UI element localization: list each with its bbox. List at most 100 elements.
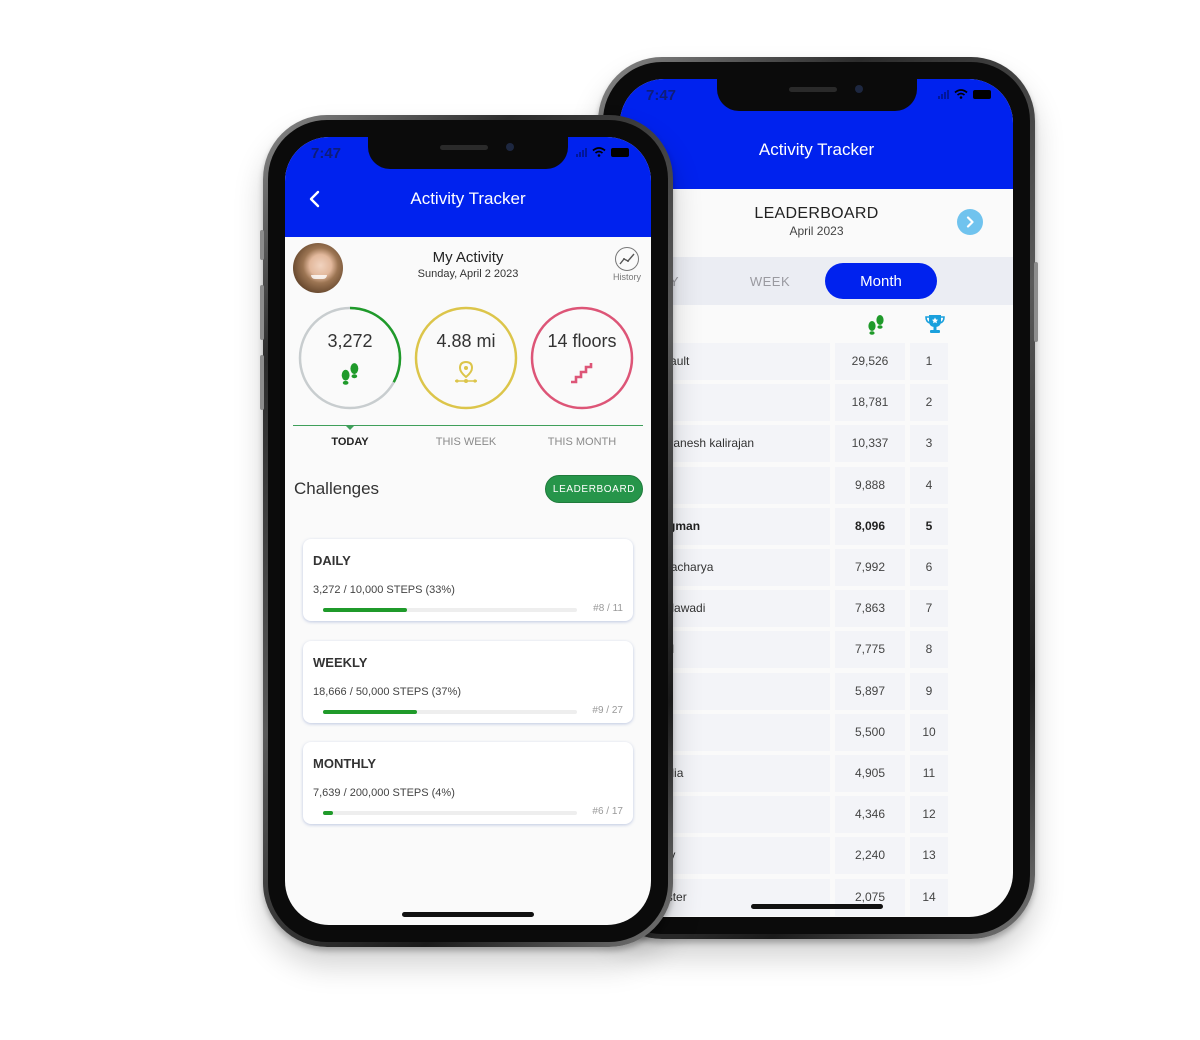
home-indicator[interactable] [750, 904, 883, 909]
floors-ring[interactable]: 14 floors [529, 305, 635, 411]
tab-month[interactable]: Month [825, 263, 937, 299]
leaderboard-rank: 10 [910, 713, 948, 751]
leaderboard-row[interactable]: ach Beegal7,7758 [620, 631, 1013, 669]
leaderboard-row[interactable]: auren Denault29,5261 [620, 343, 1013, 380]
challenge-progress-bar [323, 710, 577, 714]
tab-today[interactable]: TODAY [295, 436, 405, 448]
activity-rings: 3,272 4.88 mi 14 floors [297, 305, 639, 413]
leaderboard-steps: 29,526 [835, 343, 905, 380]
footsteps-icon [868, 315, 884, 335]
challenge-card-daily[interactable]: DAILY 3,272 / 10,000 STEPS (33%) #8 / 11 [303, 539, 633, 621]
home-indicator[interactable] [402, 912, 534, 917]
challenge-progress-bar [323, 608, 577, 612]
app-title: Activity Tracker [410, 189, 526, 208]
challenge-title: MONTHLY [313, 756, 377, 771]
leaderboard-rank: 4 [910, 466, 948, 504]
leaderboard-row[interactable]: henbaga Ganesh kalirajan 10,337 3 [620, 425, 1013, 463]
stairs-icon [571, 363, 593, 384]
leaderboard-rank: 5 [910, 507, 948, 545]
my-activity-screen: Activity Tracker 7:47 My Activity Sunday… [285, 137, 651, 925]
leaderboard-steps: 8,096 [835, 507, 905, 545]
trophy-icon [925, 315, 945, 333]
status-time: 7:47 [646, 87, 677, 104]
leaderboard-row[interactable]: alak Bagadia4,90511 [620, 755, 1013, 792]
battery-icon [973, 89, 991, 99]
leaderboard-row[interactable]: untal Patel4,34612 [620, 796, 1013, 834]
tab-week[interactable]: WEEK [714, 263, 826, 299]
steps-value: 3,272 [327, 331, 373, 351]
challenge-rank: #8 / 11 [593, 603, 623, 614]
wifi-icon [954, 89, 968, 99]
battery-icon [611, 147, 629, 157]
leaderboard-rank: 12 [910, 796, 948, 834]
leaderboard-steps: 4,346 [835, 796, 905, 834]
notch [716, 79, 917, 111]
leaderboard-rank: 3 [910, 425, 948, 463]
leaderboard-row[interactable]: achel Bergman8,0965 [620, 507, 1013, 545]
leaderboard-row[interactable]: obby Kane9,8884 [620, 466, 1013, 504]
leaderboard-steps: 5,500 [835, 713, 905, 751]
leaderboard-screen: Activity Tracker 7:47 LEADERBOARD April … [620, 79, 1013, 917]
leaderboard-column-header [620, 305, 1013, 341]
volume-down-button [260, 355, 264, 410]
leaderboard-title: LEADERBOARD [754, 205, 879, 222]
steps-ring[interactable]: 3,272 [297, 305, 403, 411]
floors-ring-progress [530, 306, 634, 410]
wifi-icon [592, 147, 606, 157]
tab-this-week[interactable]: THIS WEEK [411, 436, 521, 448]
leaderboard-row[interactable]: Madhu Bhilawadi7,8637 [620, 590, 1013, 628]
leaderboard-row[interactable]: irish Mp5,8979 [620, 672, 1013, 710]
phone-my-activity: Activity Tracker 7:47 My Activity Sunday… [260, 115, 673, 947]
floors-value: 14 floors [547, 331, 617, 351]
leaderboard-row[interactable]: nkit Sahu18,7812 [620, 384, 1013, 422]
leaderboard-period: April 2023 [789, 224, 844, 238]
leaderboard-steps: 10,337 [835, 425, 905, 463]
leaderboard-steps: 18,781 [835, 384, 905, 422]
leaderboard-steps: 9,888 [835, 466, 905, 504]
leaderboard-row[interactable]: ahul Singh5,50010 [620, 713, 1013, 751]
challenge-card-weekly[interactable]: WEEKLY 18,666 / 50,000 STEPS (37%) #9 / … [303, 641, 633, 723]
leaderboard-row[interactable]: niket Bhattacharya7,9926 [620, 549, 1013, 586]
leaderboard-rank: 6 [910, 549, 948, 586]
challenges-heading: Challenges [294, 479, 380, 498]
challenge-progress-bar [323, 811, 577, 815]
status-icons [576, 147, 629, 157]
trend-chart-icon [619, 253, 635, 265]
volume-up-button [260, 285, 264, 340]
status-icons [938, 89, 991, 99]
period-segmented-control: TODAY WEEK Month [620, 257, 1013, 305]
status-time: 7:47 [311, 145, 342, 162]
leaderboard-steps: 2,075 [835, 878, 905, 916]
leaderboard-steps: 7,992 [835, 549, 905, 586]
leaderboard-row[interactable]: ranklin Foster2,07514 [620, 878, 1013, 916]
challenge-progress-fill [323, 710, 417, 714]
activity-period-tabs: TODAY THIS WEEK THIS MONTH [293, 425, 643, 455]
challenge-title: WEEKLY [313, 655, 368, 670]
mute-switch [260, 230, 264, 260]
activity-date: Sunday, April 2 2023 [417, 268, 519, 280]
challenge-rank: #9 / 27 [592, 705, 623, 716]
leaderboard-button[interactable]: LEADERBOARD [545, 475, 643, 503]
power-button [1034, 262, 1038, 342]
distance-ring[interactable]: 4.88 mi [413, 305, 519, 411]
location-pin-icon [455, 361, 477, 383]
tab-this-month[interactable]: THIS MONTH [527, 436, 637, 448]
history-button[interactable]: History [607, 247, 647, 282]
leaderboard-steps: 5,897 [835, 672, 905, 710]
leaderboard-steps: 7,775 [835, 631, 905, 669]
history-label: History [612, 272, 641, 282]
leaderboard-row[interactable]: tephen Hoy2,24013 [620, 837, 1013, 875]
challenge-steps: 18,666 / 50,000 STEPS (37%) [313, 686, 461, 698]
next-period-button[interactable] [957, 209, 983, 235]
challenge-progress-fill [323, 608, 407, 612]
leaderboard-rank: 8 [910, 631, 948, 669]
leaderboard-rank: 7 [910, 590, 948, 628]
distance-value: 4.88 mi [436, 331, 496, 351]
leaderboard-steps: 4,905 [835, 755, 905, 792]
challenge-card-monthly[interactable]: MONTHLY 7,639 / 200,000 STEPS (4%) #6 / … [303, 742, 633, 824]
challenge-rank: #6 / 17 [592, 806, 623, 817]
leaderboard-steps: 2,240 [835, 837, 905, 875]
activity-header: My Activity Sunday, April 2 2023 History [285, 237, 651, 301]
chevron-right-icon [966, 216, 974, 228]
leaderboard-rank: 9 [910, 672, 948, 710]
